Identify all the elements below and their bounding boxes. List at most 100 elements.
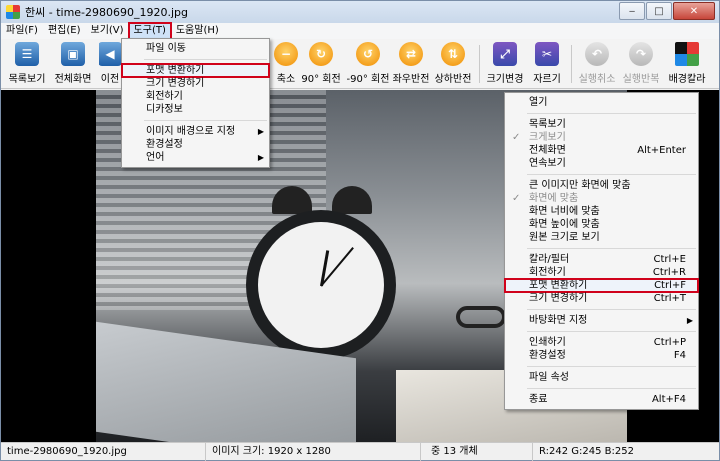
- ctx-format-convert[interactable]: 포맷 변환하기 Ctrl+F: [504, 278, 699, 293]
- menu-file[interactable]: 파일(F): [1, 23, 43, 39]
- fullscreen-label: 전체화면: [54, 74, 92, 85]
- flip-horizontal-icon: ⇄: [399, 42, 423, 66]
- crop-button[interactable]: ✂ 자르기: [529, 41, 565, 85]
- ctx-exit[interactable]: 종료 Alt+F4: [505, 393, 698, 406]
- menu-item-label: 목록보기: [529, 119, 566, 130]
- ctx-set-desktop[interactable]: 바탕화면 지정 ▶: [505, 314, 698, 327]
- background-color-button[interactable]: 배경칼라: [665, 41, 709, 85]
- menu-item-label: 화면 너비에 맞춤: [529, 206, 600, 217]
- ctx-fit-width[interactable]: 화면 너비에 맞춤: [505, 205, 698, 218]
- menu-item-label: 크기 변경하기: [146, 78, 205, 89]
- fullscreen-button[interactable]: ▣ 전체화면: [51, 41, 95, 85]
- resize-button[interactable]: ⤢ 크기변경: [485, 41, 525, 85]
- toolbar-separator: [479, 45, 480, 83]
- previous-button[interactable]: ◀ 이전: [99, 41, 121, 85]
- redo-icon: ↷: [629, 42, 653, 66]
- minimize-icon: ‒: [628, 5, 636, 17]
- menu-item-resize[interactable]: 크기 변경하기: [122, 77, 269, 90]
- menu-item-exif[interactable]: 디카정보: [122, 103, 269, 116]
- title-bar[interactable]: 한씨 - time-2980690_1920.jpg ‒ □ ✕: [1, 1, 719, 23]
- menu-item-set-wallpaper[interactable]: 이미지 배경으로 지정 ▶: [122, 125, 269, 138]
- redo-label: 실행반복: [622, 74, 660, 85]
- zoom-out-button[interactable]: − 축소: [271, 41, 301, 85]
- menu-separator: [527, 174, 696, 175]
- close-button[interactable]: ✕: [673, 2, 715, 20]
- redo-button[interactable]: ↷ 실행반복: [621, 41, 661, 85]
- menu-item-label: 파일 속성: [529, 372, 569, 383]
- menu-edit[interactable]: 편집(E): [43, 23, 86, 39]
- ctx-print[interactable]: 인쇄하기 Ctrl+P: [505, 336, 698, 349]
- ctx-fullscreen[interactable]: 전체화면 Alt+Enter: [505, 144, 698, 157]
- ctx-open[interactable]: 열기: [505, 96, 698, 109]
- menu-view[interactable]: 보기(V): [86, 23, 129, 39]
- rotate-ccw-button[interactable]: ↺ -90° 회전: [345, 41, 391, 85]
- ctx-resize[interactable]: 크기 변경하기 Ctrl+T: [505, 292, 698, 305]
- list-view-label: 목록보기: [8, 74, 46, 85]
- menu-item-label: 큰 이미지만 화면에 맞춤: [529, 180, 631, 191]
- clock-bell-right: [332, 186, 372, 214]
- context-menu: 열기 목록보기 ✓ 크게보기 전체화면 Alt+Enter 연속보기 큰 이미지만 …: [504, 92, 699, 410]
- crop-icon: ✂: [535, 42, 559, 66]
- rotate-cw-label: 90° 회전: [301, 74, 341, 85]
- menu-item-label: 크게보기: [529, 132, 566, 143]
- submenu-arrow-icon: ▶: [257, 153, 264, 162]
- menu-item-label: 바탕화면 지정: [529, 315, 588, 326]
- menu-item-label: 연속보기: [529, 158, 566, 169]
- shortcut-label: F4: [673, 350, 686, 361]
- ctx-fit-screen[interactable]: ✓ 화면에 맞춤: [505, 192, 698, 205]
- glasses: [456, 306, 506, 328]
- ctx-list-view[interactable]: 목록보기: [505, 118, 698, 131]
- ctx-original-size[interactable]: 원본 크기로 보기: [505, 231, 698, 244]
- menu-tools[interactable]: 도구(T): [127, 22, 172, 40]
- menu-item-move-file[interactable]: 파일 이동: [122, 42, 269, 55]
- list-view-icon: ☰: [15, 42, 39, 66]
- checkmark-icon: ✓: [512, 193, 521, 204]
- shortcut-label: Alt+Enter: [637, 145, 686, 156]
- menu-item-format-convert[interactable]: 포맷 변환하기: [121, 63, 270, 78]
- menu-item-label: 화면 높이에 맞춤: [529, 219, 600, 230]
- menu-item-label: 회전하기: [146, 91, 183, 102]
- ctx-fit-height[interactable]: 화면 높이에 맞춤: [505, 218, 698, 231]
- shortcut-label: Ctrl+T: [653, 293, 686, 304]
- rotate-cw-icon: ↻: [309, 42, 333, 66]
- rotate-cw-button[interactable]: ↻ 90° 회전: [299, 41, 343, 85]
- menu-item-rotate[interactable]: 회전하기: [122, 90, 269, 103]
- ctx-settings[interactable]: 환경설정 F4: [505, 349, 698, 362]
- flip-horizontal-label: 좌우반전: [392, 74, 430, 85]
- flip-vertical-button[interactable]: ⇅ 상하반전: [433, 41, 473, 85]
- undo-label: 실행취소: [578, 74, 616, 85]
- tools-menu: 파일 이동 포맷 변환하기 크기 변경하기 회전하기 디카정보 이미지 배경으로…: [121, 38, 270, 168]
- previous-label: 이전: [100, 74, 120, 85]
- menu-item-label: 열기: [529, 97, 548, 108]
- maximize-button[interactable]: □: [646, 2, 672, 20]
- maximize-icon: □: [654, 5, 664, 17]
- ctx-slideshow[interactable]: 연속보기: [505, 157, 698, 170]
- undo-button[interactable]: ↶ 실행취소: [577, 41, 617, 85]
- rotate-ccw-icon: ↺: [356, 42, 380, 66]
- menu-item-settings[interactable]: 환경설정: [122, 138, 269, 151]
- shortcut-label: Alt+F4: [651, 394, 686, 405]
- menu-item-label: 회전하기: [529, 267, 566, 278]
- status-image-size: 이미지 크기: 1920 x 1280: [206, 442, 421, 461]
- submenu-arrow-icon: ▶: [686, 316, 693, 325]
- app-window: 한씨 - time-2980690_1920.jpg ‒ □ ✕ 파일(F) 편…: [0, 0, 720, 461]
- ctx-rotate[interactable]: 회전하기 Ctrl+R: [505, 266, 698, 279]
- menu-help[interactable]: 도움말(H): [171, 23, 224, 39]
- status-count: 중 13 개체: [421, 442, 533, 461]
- shortcut-label: Ctrl+E: [653, 254, 687, 265]
- menu-item-label: 원본 크기로 보기: [529, 232, 600, 243]
- list-view-button[interactable]: ☰ 목록보기: [7, 41, 47, 85]
- ctx-large-view[interactable]: ✓ 크게보기: [505, 131, 698, 144]
- minimize-button[interactable]: ‒: [619, 2, 645, 20]
- background-color-icon: [675, 42, 699, 66]
- background-color-label: 배경칼라: [668, 74, 706, 85]
- menu-separator: [144, 59, 267, 60]
- ctx-file-properties[interactable]: 파일 속성: [505, 371, 698, 384]
- ctx-fit-large-only[interactable]: 큰 이미지만 화면에 맞춤: [505, 179, 698, 192]
- ctx-color-filter[interactable]: 칼라/필터 Ctrl+E: [505, 253, 698, 266]
- menu-item-language[interactable]: 언어 ▶: [122, 151, 269, 164]
- flip-horizontal-button[interactable]: ⇄ 좌우반전: [391, 41, 431, 85]
- menu-item-label: 환경설정: [146, 139, 183, 150]
- app-icon[interactable]: [6, 5, 20, 19]
- flip-vertical-label: 상하반전: [434, 74, 472, 85]
